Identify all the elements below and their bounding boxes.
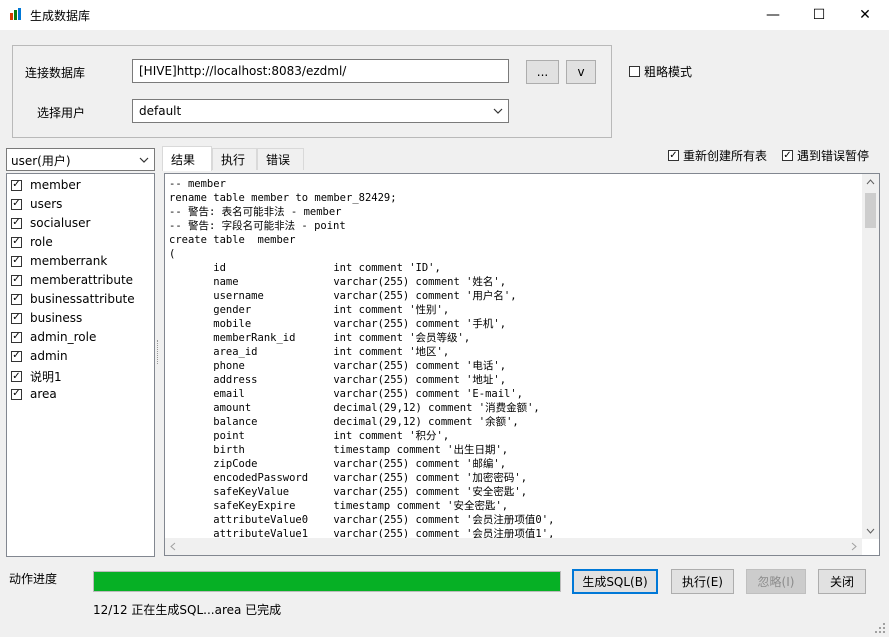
browse-button[interactable]: ... xyxy=(526,60,559,84)
checkmark-icon: ✓ xyxy=(11,350,22,362)
list-item[interactable]: ✓ admin_role xyxy=(11,330,96,344)
user-select[interactable]: default xyxy=(132,99,509,123)
progress-bar xyxy=(93,571,561,592)
tab-execute-label: 执行 xyxy=(221,153,246,167)
scroll-left-icon xyxy=(170,542,176,551)
list-item-label: area xyxy=(30,387,57,401)
checkmark-icon: ✓ xyxy=(11,388,22,400)
v-button[interactable]: v xyxy=(566,60,596,84)
rough-mode-checkbox[interactable]: 粗略模式 xyxy=(629,63,692,80)
chevron-down-icon xyxy=(493,108,503,114)
tab-result-label: 结果 xyxy=(171,152,196,167)
scroll-up-icon xyxy=(866,179,875,185)
chevron-down-icon xyxy=(139,157,149,163)
scroll-down-icon xyxy=(866,528,875,534)
rough-mode-label: 粗略模式 xyxy=(644,65,693,79)
checkmark-icon: ✓ xyxy=(11,217,22,229)
list-item[interactable]: ✓ memberattribute xyxy=(11,273,133,287)
progress-status: 12/12 正在生成SQL...area 已完成 xyxy=(93,603,282,617)
checkbox-box xyxy=(629,66,640,77)
pause-on-error-checkbox[interactable]: ✓ 遇到错误暂停 xyxy=(782,147,869,164)
list-item-label: role xyxy=(30,235,53,249)
sql-result-text[interactable]: -- member rename table member to member_… xyxy=(164,173,880,556)
list-item[interactable]: ✓ area xyxy=(11,387,57,401)
maximize-button[interactable]: ☐ xyxy=(796,0,842,30)
list-item-label: memberattribute xyxy=(30,273,134,287)
checkmark-icon: ✓ xyxy=(668,149,679,161)
checkmark-icon: ✓ xyxy=(11,236,22,248)
scroll-right-icon xyxy=(851,542,857,551)
checkmark-icon: ✓ xyxy=(11,274,22,286)
recreate-all-label: 重新创建所有表 xyxy=(683,149,768,163)
sql-code: -- member rename table member to member_… xyxy=(169,178,555,540)
schema-user-select[interactable]: user(用户) xyxy=(6,148,155,171)
ignore-button[interactable]: 忽略(I) xyxy=(746,569,806,594)
list-item[interactable]: ✓ business xyxy=(11,311,82,325)
recreate-all-checkbox[interactable]: ✓ 重新创建所有表 xyxy=(668,147,767,164)
pause-on-error-label: 遇到错误暂停 xyxy=(797,149,870,163)
list-item-label: users xyxy=(30,197,63,211)
list-item[interactable]: ✓ users xyxy=(11,197,62,211)
checkmark-icon: ✓ xyxy=(11,255,22,267)
splitter-handle[interactable] xyxy=(157,340,161,364)
progress-label: 动作进度 xyxy=(9,572,58,586)
progress-fill xyxy=(94,572,560,591)
app-icon xyxy=(10,8,21,20)
checkmark-icon: ✓ xyxy=(11,312,22,324)
execute-button[interactable]: 执行(E) xyxy=(671,569,734,594)
window-title: 生成数据库 xyxy=(30,9,91,23)
list-item[interactable]: ✓ memberrank xyxy=(11,254,107,268)
close-icon: ✕ xyxy=(859,7,871,23)
list-item[interactable]: ✓ businessattribute xyxy=(11,292,135,306)
user-select-value: default xyxy=(139,104,182,118)
checkmark-icon: ✓ xyxy=(11,293,22,305)
minimize-button[interactable]: — xyxy=(750,0,796,30)
vertical-scrollbar[interactable] xyxy=(862,174,879,539)
checkmark-icon: ✓ xyxy=(11,370,22,382)
minimize-icon: — xyxy=(766,7,780,23)
table-list: ✓ member ✓ users ✓ socialuser ✓ role ✓ member… xyxy=(6,173,155,557)
horizontal-scrollbar[interactable] xyxy=(165,538,862,555)
resize-grip-icon[interactable] xyxy=(874,622,886,634)
user-label: 选择用户 xyxy=(37,106,86,120)
checkmark-icon: ✓ xyxy=(11,331,22,343)
list-item-label: business xyxy=(30,311,83,325)
list-item-label: memberrank xyxy=(30,254,108,268)
tab-error-label: 错误 xyxy=(266,153,291,167)
list-item-label: socialuser xyxy=(30,216,91,230)
checkmark-icon: ✓ xyxy=(11,179,22,191)
list-item[interactable]: ✓ socialuser xyxy=(11,216,90,230)
db-label: 连接数据库 xyxy=(25,66,86,80)
tab-error[interactable]: 错误 xyxy=(257,148,304,170)
close-window-button[interactable]: ✕ xyxy=(842,0,888,30)
title-bar: 生成数据库 — ☐ ✕ xyxy=(0,0,889,30)
list-item[interactable]: ✓ 说明1 xyxy=(11,368,62,385)
list-item[interactable]: ✓ member xyxy=(11,178,81,192)
checkmark-icon: ✓ xyxy=(782,149,793,161)
tab-execute[interactable]: 执行 xyxy=(212,148,257,170)
scroll-thumb[interactable] xyxy=(865,193,876,228)
generate-sql-button[interactable]: 生成SQL(B) xyxy=(572,569,658,594)
schema-user-value: user(用户) xyxy=(11,154,71,168)
list-item-label: 说明1 xyxy=(30,370,62,384)
db-connection-field[interactable]: [HIVE]http://localhost:8083/ezdml/ xyxy=(132,59,509,83)
close-button[interactable]: 关闭 xyxy=(818,569,866,594)
list-item-label: member xyxy=(30,178,81,192)
checkmark-icon: ✓ xyxy=(11,198,22,210)
list-item-label: businessattribute xyxy=(30,292,135,306)
tab-result[interactable]: 结果 xyxy=(162,146,212,171)
list-item-label: admin xyxy=(30,349,68,363)
list-item[interactable]: ✓ role xyxy=(11,235,53,249)
list-item-label: admin_role xyxy=(30,330,97,344)
list-item[interactable]: ✓ admin xyxy=(11,349,68,363)
maximize-icon: ☐ xyxy=(812,7,826,23)
